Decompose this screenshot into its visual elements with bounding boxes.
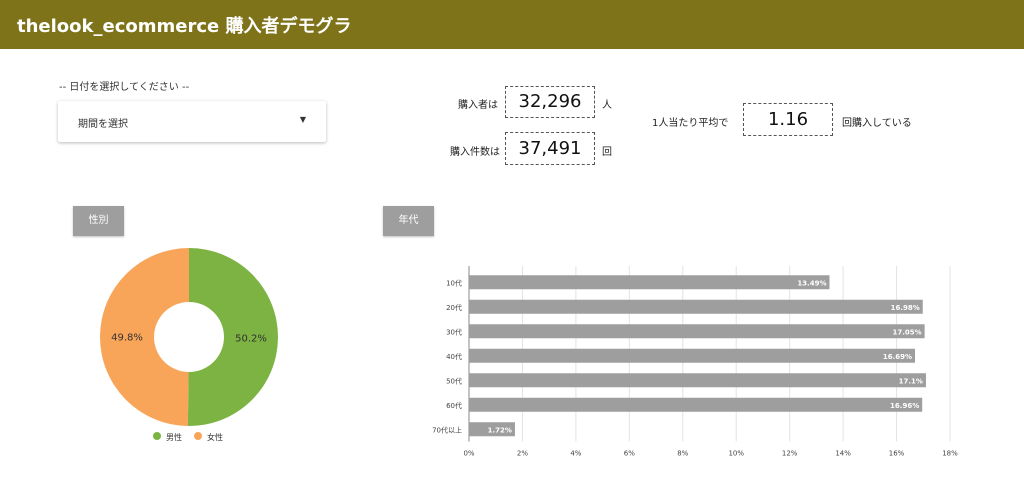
age-bar-chart: 0% 2% 4% 6% 8% 10% 12% 14% 16% 18% 13.49% 10代 16.98%…	[432, 266, 958, 458]
y-tick-label: 20代	[446, 303, 462, 312]
date-range-value: 期間を選択	[78, 119, 128, 130]
x-tick-label: 8%	[677, 450, 688, 458]
avg-purchases: 1.16	[743, 103, 833, 136]
x-tick-label: 6%	[624, 450, 635, 458]
age-section-header: 年代	[383, 206, 434, 236]
y-tick-label: 70代以上	[432, 425, 462, 434]
x-tick-label: 4%	[570, 450, 581, 458]
page-title: thelook_ecommerce 購入者デモグラ	[17, 16, 352, 37]
buyers-count: 32,296	[505, 86, 595, 118]
date-filter-label: -- 日付を選択してください --	[59, 82, 190, 93]
x-tick-label: 0%	[463, 450, 474, 458]
bar[interactable]	[469, 373, 926, 388]
orders-unit: 回	[602, 147, 612, 158]
bar-value-label: 17.1%	[899, 377, 923, 385]
donut-value-label: 50.2%	[235, 333, 267, 344]
bar-value-label: 13.49%	[797, 279, 826, 287]
x-tick-label: 18%	[942, 450, 958, 458]
avg-unit: 回購入している	[842, 118, 912, 129]
bar[interactable]	[469, 299, 923, 314]
x-tick-label: 2%	[517, 450, 528, 458]
buyers-unit: 人	[602, 100, 612, 111]
gender-section-header: 性別	[73, 206, 124, 236]
y-tick-label: 60代	[446, 401, 462, 410]
bar[interactable]	[469, 348, 915, 363]
app-header: thelook_ecommerce 購入者デモグラ	[0, 0, 1024, 49]
x-tick-label: 14%	[835, 450, 851, 458]
legend-swatch	[153, 432, 161, 440]
buyers-label: 購入者は	[458, 100, 498, 111]
orders-count: 37,491	[505, 132, 595, 165]
avg-label: 1人当たり平均で	[652, 118, 729, 129]
y-tick-label: 40代	[446, 352, 462, 361]
donut-value-label: 49.8%	[111, 333, 143, 344]
y-tick-label: 50代	[446, 376, 462, 385]
bar[interactable]	[469, 324, 925, 339]
x-tick-label: 16%	[889, 450, 905, 458]
bar-value-label: 16.69%	[883, 353, 912, 361]
bar[interactable]	[469, 275, 830, 290]
y-tick-label: 30代	[446, 327, 462, 336]
legend-label: 男性	[166, 432, 182, 442]
bar-value-label: 17.05%	[892, 328, 921, 336]
y-tick-label: 10代	[446, 278, 462, 287]
legend-label: 女性	[207, 432, 223, 442]
date-range-select[interactable]: 期間を選択 ▼	[58, 101, 326, 142]
chevron-down-icon: ▼	[299, 115, 306, 124]
legend-swatch	[194, 432, 202, 440]
orders-label: 購入件数は	[450, 147, 500, 158]
x-tick-label: 10%	[728, 450, 744, 458]
bar[interactable]	[469, 397, 923, 412]
bar-value-label: 16.98%	[891, 304, 920, 312]
bar-value-label: 16.96%	[890, 402, 919, 410]
bar-value-label: 1.72%	[488, 426, 512, 434]
x-tick-label: 12%	[782, 450, 798, 458]
gender-donut-chart: 50.2% 49.8% 男性 女性	[99, 248, 278, 442]
